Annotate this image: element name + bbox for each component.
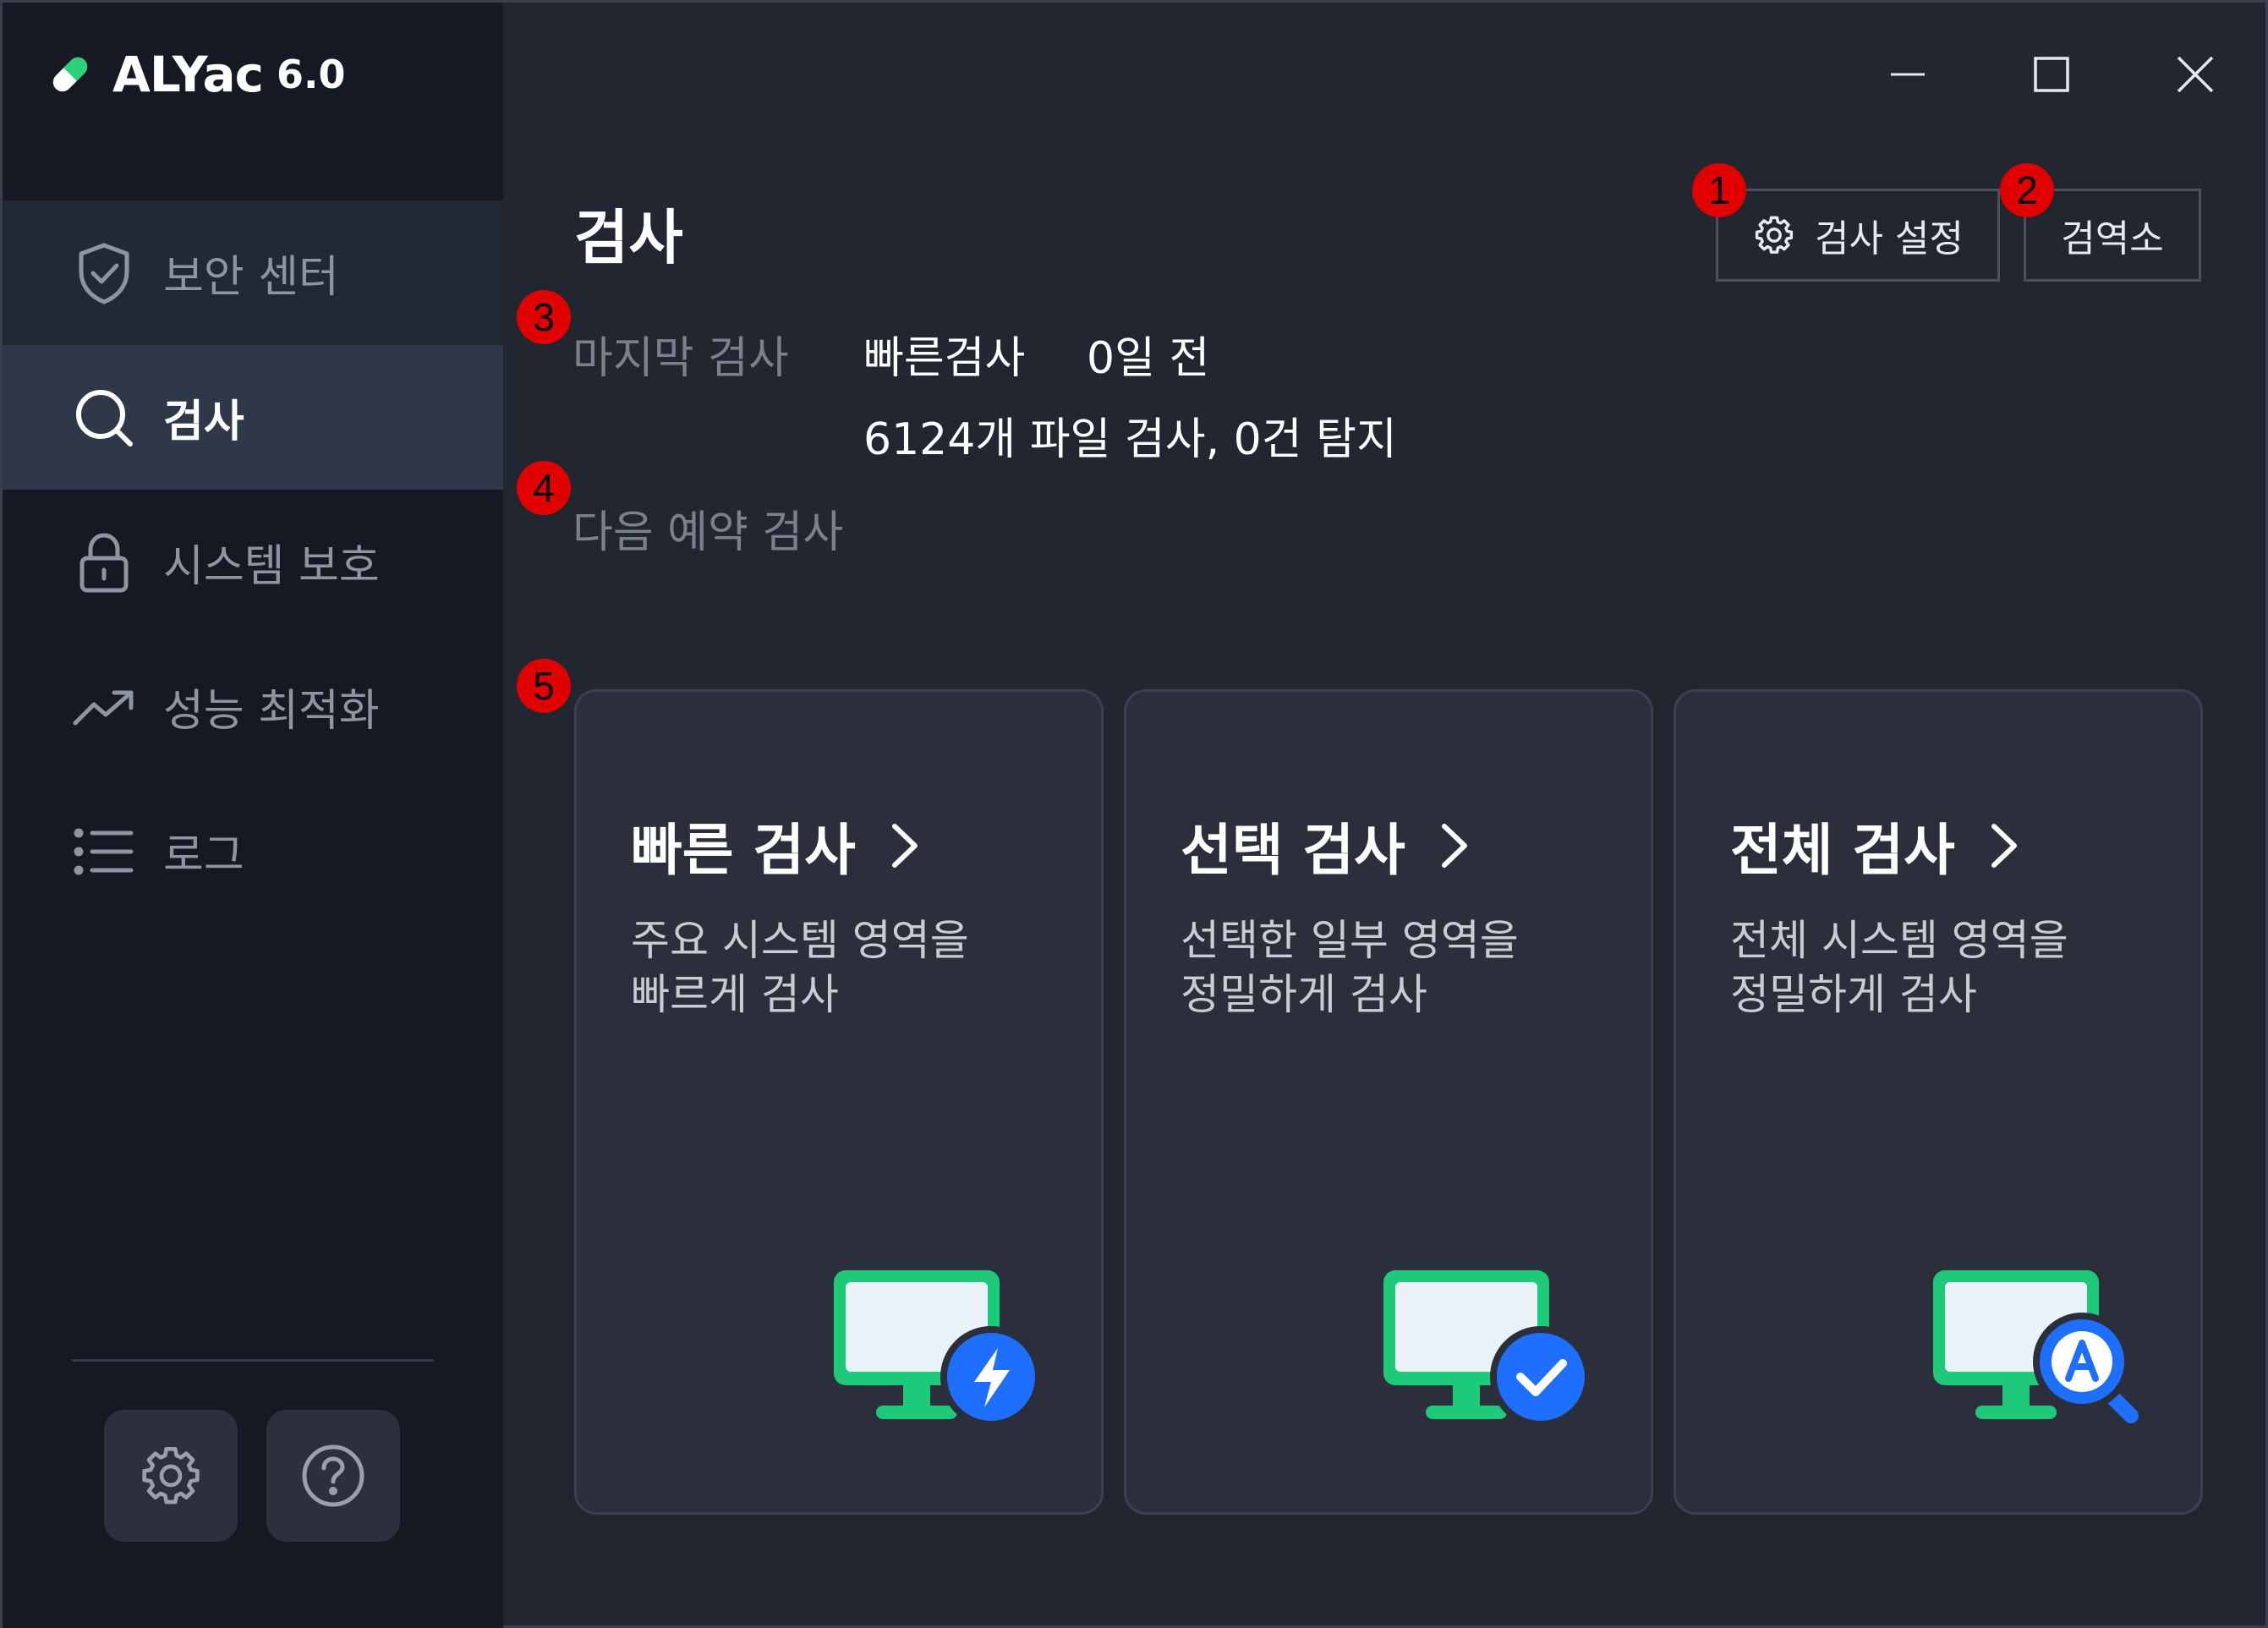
sidebar-item-performance[interactable]: 성능 최적화 xyxy=(3,634,503,779)
quarantine-label: 검역소 xyxy=(2061,217,2164,260)
chevron-right-icon xyxy=(1441,824,1467,868)
card-desc-line: 전체 시스템 영역을 xyxy=(1730,916,2068,965)
annotation-badge-1: 1 xyxy=(1692,163,1746,217)
card-desc-line: 정밀하게 검사 xyxy=(1730,970,1977,1019)
close-button[interactable] xyxy=(2157,36,2233,112)
sidebar-item-scan[interactable]: 검사 xyxy=(3,345,503,490)
card-title-text: 전체 검사 xyxy=(1730,818,1955,883)
monitor-magnifier-icon xyxy=(1933,1270,2139,1423)
chevron-right-icon xyxy=(1991,824,2017,868)
scan-settings-label: 검사 설정 xyxy=(1815,217,1964,260)
annotation-badge-5: 5 xyxy=(517,659,571,713)
card-desc-line: 정밀하게 검사 xyxy=(1181,970,1427,1019)
annotation-badge-3: 3 xyxy=(517,290,571,344)
maximize-button[interactable] xyxy=(2013,36,2090,112)
shield-check-icon xyxy=(72,241,136,305)
monitor-lightning-icon xyxy=(834,1270,1042,1428)
selective-scan-card[interactable]: 선택 검사 선택한 일부 영역을 정밀하게 검사 xyxy=(1124,689,1653,1515)
last-scan-when: 0일 전 xyxy=(1087,333,1210,384)
last-scan-result: 6124개 파일 검사, 0건 탐지 xyxy=(863,414,1397,465)
card-title-text: 선택 검사 xyxy=(1181,818,1405,883)
help-icon xyxy=(302,1444,364,1507)
annotation-badge-2: 2 xyxy=(2000,163,2054,217)
sidebar-item-log[interactable]: 로그 xyxy=(3,779,503,924)
app-window: ALYac 6.0 보안 센터 검사 시스템 보호 성능 최적화 로그 검사 검… xyxy=(0,0,2268,1628)
gear-icon xyxy=(1755,216,1794,254)
pill-logo-icon xyxy=(52,57,88,92)
maximize-icon xyxy=(2034,57,2069,92)
sidebar-item-label: 검사 xyxy=(163,397,244,447)
sidebar-item-label: 보안 센터 xyxy=(163,252,339,303)
app-name: ALYac xyxy=(112,46,264,103)
sidebar-divider xyxy=(72,1359,434,1362)
trending-up-icon xyxy=(72,675,136,739)
card-desc-line: 선택한 일부 영역을 xyxy=(1181,916,1519,965)
next-scan-label: 다음 예약 검사 xyxy=(572,507,844,558)
card-title-text: 빠른 검사 xyxy=(631,818,856,883)
sidebar-item-label: 시스템 보호 xyxy=(163,541,380,592)
minimize-icon xyxy=(1891,73,1925,76)
search-icon xyxy=(72,386,136,450)
sidebar-nav: 보안 센터 검사 시스템 보호 성능 최적화 로그 xyxy=(3,200,503,924)
card-desc-line: 주요 시스템 영역을 xyxy=(631,916,969,965)
list-icon xyxy=(72,819,136,884)
settings-button[interactable] xyxy=(104,1410,238,1542)
close-icon xyxy=(2177,56,2214,93)
app-version: 6.0 xyxy=(277,52,346,97)
lock-icon xyxy=(72,530,136,595)
last-scan-type: 빠른검사 xyxy=(863,333,1026,384)
app-logo: ALYac 6.0 xyxy=(47,45,346,104)
quick-scan-card[interactable]: 빠른 검사 주요 시스템 영역을 빠르게 검사 xyxy=(574,689,1104,1515)
full-scan-card[interactable]: 전체 검사 전체 시스템 영역을 정밀하게 검사 xyxy=(1674,689,2203,1515)
card-title: 선택 검사 xyxy=(1181,805,1473,886)
card-desc-line: 빠르게 검사 xyxy=(631,970,839,1019)
sidebar-item-system-protection[interactable]: 시스템 보호 xyxy=(3,490,503,634)
card-title: 빠른 검사 xyxy=(631,805,923,886)
card-description: 주요 시스템 영역을 빠르게 검사 xyxy=(631,913,969,1022)
sidebar-item-label: 로그 xyxy=(163,830,244,881)
help-button[interactable] xyxy=(266,1410,400,1542)
sidebar-item-label: 성능 최적화 xyxy=(163,686,380,737)
gear-icon xyxy=(142,1447,200,1505)
annotation-badge-4: 4 xyxy=(517,461,571,515)
minimize-button[interactable] xyxy=(1870,36,1946,112)
page-title: 검사 xyxy=(574,203,683,272)
card-description: 선택한 일부 영역을 정밀하게 검사 xyxy=(1181,913,1519,1022)
last-scan-label: 마지막 검사 xyxy=(572,333,789,384)
card-title: 전체 검사 xyxy=(1730,805,2023,886)
scan-settings-button[interactable]: 검사 설정 xyxy=(1716,189,2000,282)
chevron-right-icon xyxy=(891,824,918,868)
sidebar: ALYac 6.0 보안 센터 검사 시스템 보호 성능 최적화 로그 xyxy=(3,3,503,1628)
sidebar-item-security-center[interactable]: 보안 센터 xyxy=(3,200,503,345)
card-description: 전체 시스템 영역을 정밀하게 검사 xyxy=(1730,913,2068,1022)
monitor-check-icon xyxy=(1383,1270,1591,1428)
